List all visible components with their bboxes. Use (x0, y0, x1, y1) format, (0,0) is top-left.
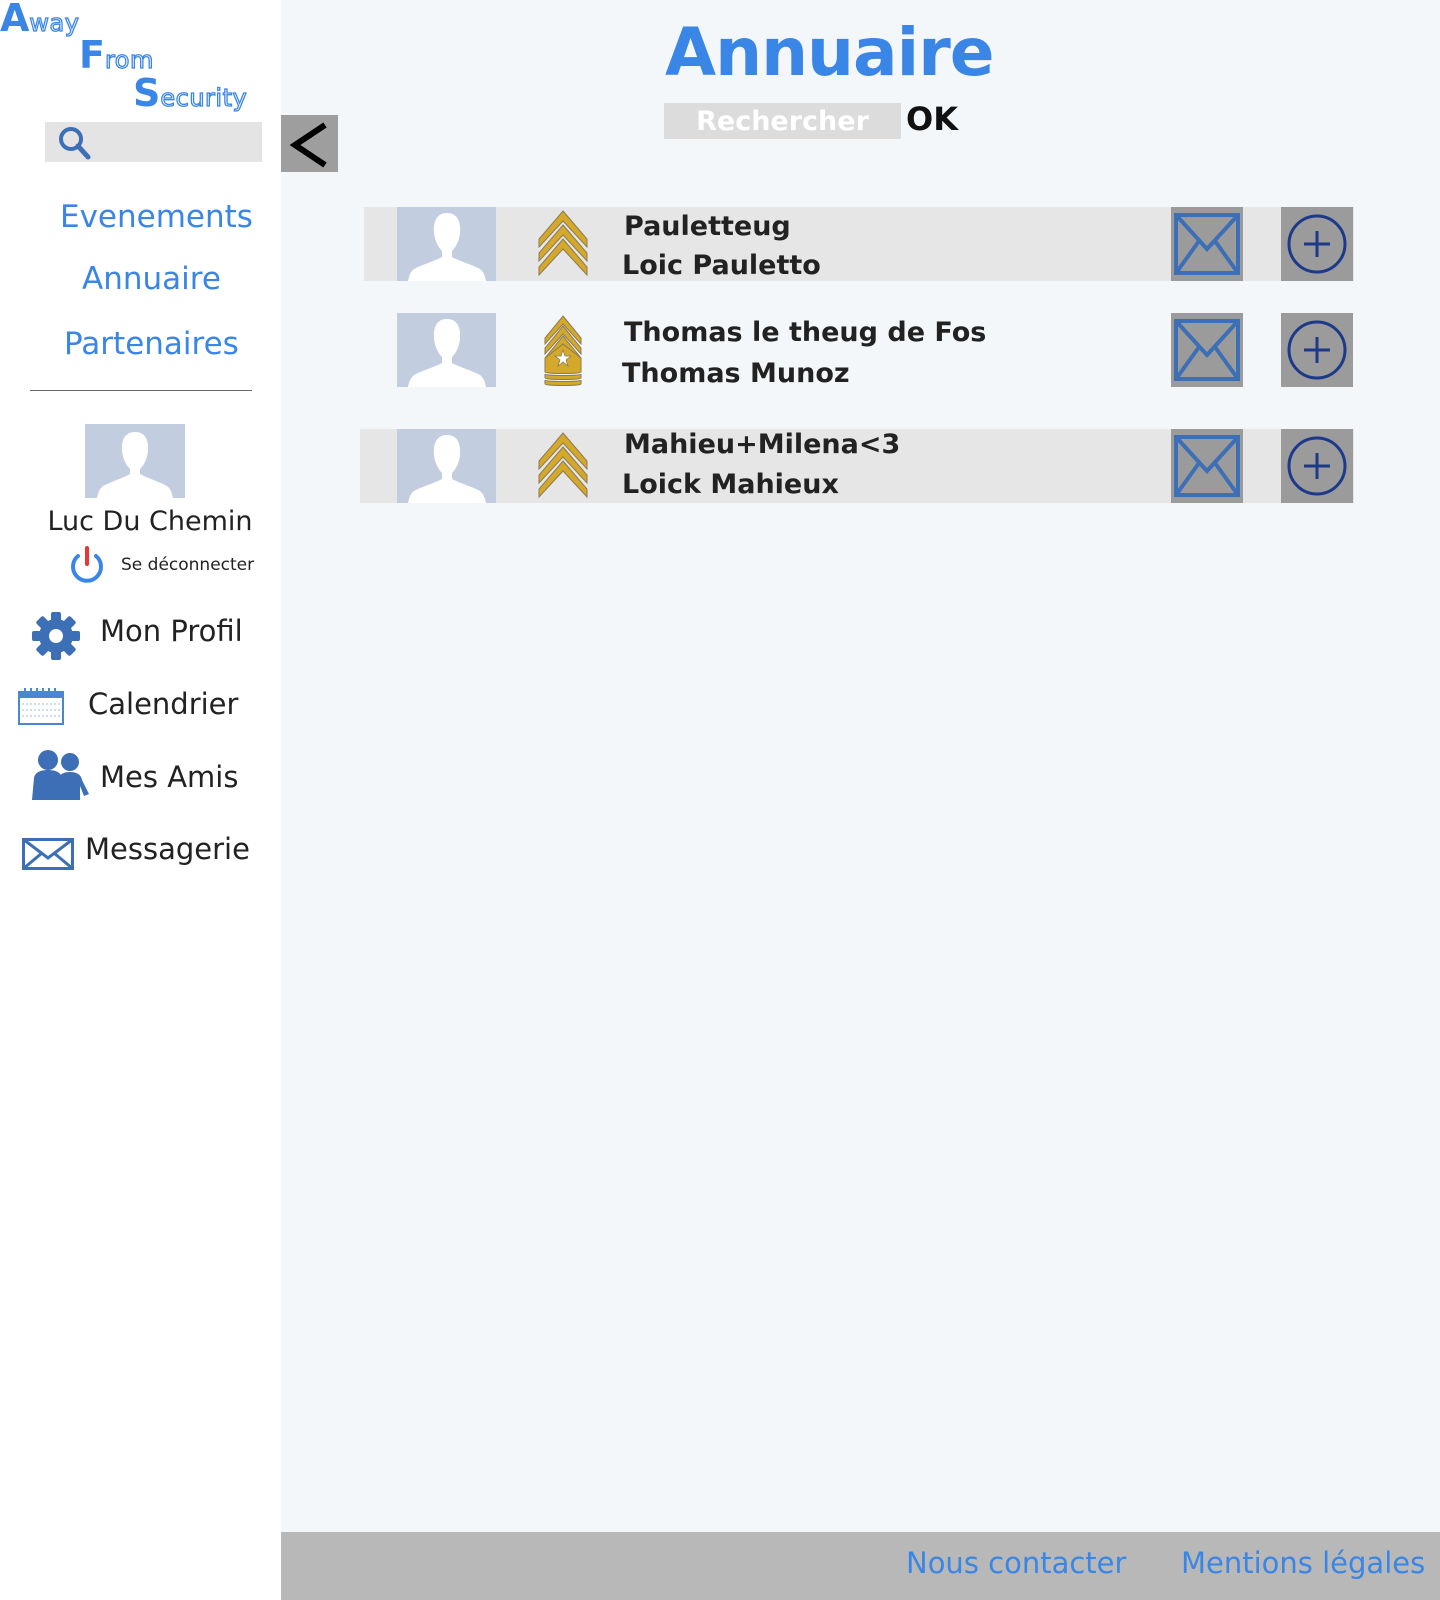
member-full-name: Thomas Munoz (622, 358, 850, 389)
directory-search-input[interactable] (664, 103, 901, 139)
search-icon (59, 127, 91, 160)
menu-mes-amis[interactable]: Mes Amis (32, 750, 262, 806)
plus-circle-icon (1287, 214, 1347, 274)
menu-mon-profil[interactable]: Mon Profil (30, 606, 260, 662)
app-logo[interactable]: Away From Security (0, 0, 281, 115)
member-handle: Thomas le theug de Fos (624, 317, 987, 348)
send-message-button[interactable] (1171, 207, 1243, 281)
member-handle: Pauletteug (624, 211, 791, 242)
sergeant-chevron-icon (538, 210, 588, 277)
add-friend-button[interactable] (1281, 429, 1353, 503)
user-name: Luc Du Chemin (47, 506, 253, 537)
menu-calendrier[interactable]: Calendrier (18, 678, 258, 734)
member-full-name: Loic Pauletto (622, 250, 821, 281)
member-full-name: Loick Mahieux (622, 469, 839, 500)
send-message-button[interactable] (1171, 429, 1243, 503)
menu-calendrier-label: Calendrier (88, 687, 239, 721)
footer-contact-link[interactable]: Nous contacter (906, 1546, 1126, 1580)
member-handle: Mahieu+Milena<3 (624, 429, 901, 460)
nav-annuaire[interactable]: Annuaire (82, 261, 221, 297)
directory-row: Thomas le theug de Fos Thomas Munoz (364, 313, 1354, 389)
directory-row: Mahieu+Milena<3 Loick Mahieux (360, 429, 1354, 503)
avatar (397, 313, 496, 387)
logo-line-away: Away (0, 0, 80, 40)
directory-row: Pauletteug Loic Pauletto (364, 207, 1354, 281)
add-friend-button[interactable] (1281, 207, 1353, 281)
envelope-icon (22, 838, 74, 870)
page-title: Annuaire (665, 14, 995, 91)
avatar (397, 429, 496, 503)
envelope-icon (1174, 213, 1240, 275)
calendar-icon (18, 688, 64, 725)
logout-label: Se déconnecter (121, 555, 255, 575)
search-ok-button[interactable]: OK (906, 100, 958, 138)
logo-line-security: Security (133, 71, 248, 115)
menu-mon-profil-label: Mon Profil (100, 614, 243, 648)
sergeant-chevron-icon (538, 432, 588, 499)
chevron-left-icon (289, 122, 327, 168)
avatar (397, 207, 496, 281)
menu-messagerie-label: Messagerie (85, 832, 250, 866)
footer: Nous contacter Mentions légales (281, 1532, 1440, 1600)
power-icon (71, 546, 103, 583)
nav-partenaires[interactable]: Partenaires (64, 326, 239, 362)
sidebar: Away From Security Evenements Annuaire P… (0, 0, 281, 1600)
sidebar-divider (30, 390, 252, 391)
envelope-icon (1174, 319, 1240, 381)
sidebar-search-input[interactable] (45, 122, 262, 162)
plus-circle-icon (1287, 320, 1347, 380)
master-sergeant-icon (544, 315, 582, 386)
user-avatar[interactable] (85, 424, 185, 498)
plus-circle-icon (1287, 436, 1347, 496)
gear-icon (32, 612, 80, 660)
nav-evenements[interactable]: Evenements (60, 199, 253, 235)
menu-messagerie[interactable]: Messagerie (22, 824, 262, 880)
menu-mes-amis-label: Mes Amis (100, 760, 239, 794)
friends-icon (32, 750, 89, 800)
footer-legal-link[interactable]: Mentions légales (1181, 1546, 1425, 1580)
add-friend-button[interactable] (1281, 313, 1353, 387)
collapse-sidebar-button[interactable] (281, 115, 338, 172)
send-message-button[interactable] (1171, 313, 1243, 387)
envelope-icon (1174, 435, 1240, 497)
